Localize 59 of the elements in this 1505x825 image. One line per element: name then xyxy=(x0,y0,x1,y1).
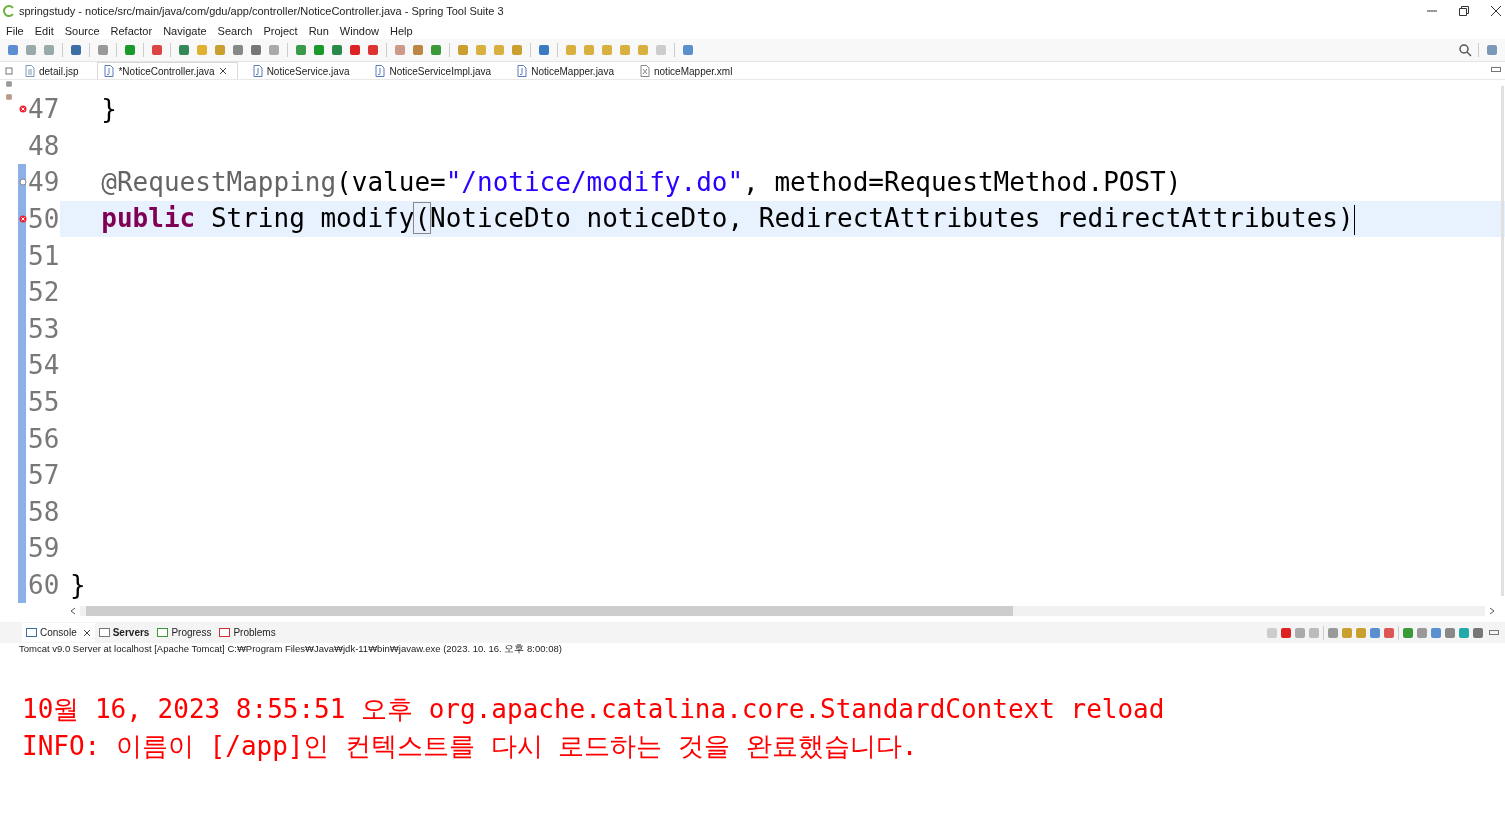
line-number: 49 xyxy=(28,167,60,198)
file-icon xyxy=(104,65,115,77)
menu-item[interactable]: Source xyxy=(64,24,100,37)
console-line: 10월 16, 2023 8:55:51 오후 org.apache.catalina.core.StandardContext reload xyxy=(22,693,1166,726)
file-icon xyxy=(375,65,386,77)
minimize-view-icon[interactable] xyxy=(1489,629,1499,636)
restore-view-icon[interactable] xyxy=(5,66,13,75)
line-number: 55 xyxy=(28,387,60,418)
line-number: 48 xyxy=(28,130,60,161)
menu-item[interactable]: Help xyxy=(390,24,413,37)
line-number: 54 xyxy=(28,350,60,381)
code-line: } xyxy=(70,570,86,600)
restore-icon[interactable] xyxy=(1459,6,1469,16)
view-tab[interactable]: Problems xyxy=(215,623,280,642)
code-line: @RequestMapping(value="/notice/modify.do", method=RequestMethod.POST) xyxy=(100,167,1182,198)
view-icon xyxy=(157,627,169,638)
line-number: 58 xyxy=(28,496,60,527)
close-icon[interactable] xyxy=(1491,6,1501,16)
view-icon xyxy=(219,627,231,638)
menu-item[interactable]: Refactor xyxy=(110,24,153,37)
line-number: 50 xyxy=(28,204,60,235)
editor-tab[interactable]: *NoticeController.java xyxy=(97,62,238,79)
menu-item[interactable]: Run xyxy=(308,24,329,37)
line-number: 53 xyxy=(28,313,60,344)
line-number: 47 xyxy=(28,94,60,125)
file-icon xyxy=(25,65,35,77)
menu-item[interactable]: Edit xyxy=(34,24,54,37)
horizontal-scrollbar[interactable] xyxy=(80,606,1485,616)
view-icon xyxy=(98,627,110,638)
menu-item[interactable]: File xyxy=(6,24,24,37)
line-number: 57 xyxy=(28,460,60,491)
line-number: 51 xyxy=(28,240,60,271)
window-title: springstudy - notice/src/main/java/com/gdu/app/controller/NoticeController.java - Spring Tool Suite 3 xyxy=(19,5,505,17)
file-icon xyxy=(252,65,263,77)
scroll-left-icon[interactable] xyxy=(70,607,76,615)
code-line: public String modify(NoticeDto noticeDto, RedirectAttributes redirectAttributes) xyxy=(100,203,1356,235)
line-number: 60 xyxy=(28,570,60,600)
file-icon xyxy=(640,65,650,77)
file-icon xyxy=(517,65,528,77)
console-line: INFO: 이름이 [/app]인 컨텍스트를 다시 로드하는 것을 완료했습니다. xyxy=(22,730,919,763)
view-icon xyxy=(26,627,37,638)
line-number: 56 xyxy=(28,423,60,454)
close-icon[interactable] xyxy=(218,67,227,75)
menu-item[interactable]: Window xyxy=(339,24,379,37)
console-info: Tomcat v9.0 Server at localhost [Apache Tomcat] C:₩Program Files₩Java₩jdk-11₩bin₩javaw.exe (2023. 10. 16. 오후 8:00:08) xyxy=(18,643,563,656)
menu-item[interactable]: Search xyxy=(217,24,253,37)
close-icon[interactable] xyxy=(82,628,91,637)
view-tab[interactable]: Console xyxy=(22,623,95,642)
scroll-right-icon[interactable] xyxy=(1489,607,1495,615)
code-line: } xyxy=(100,94,117,125)
search-icon[interactable] xyxy=(1458,43,1472,57)
leaf-logo-icon xyxy=(3,5,15,17)
minimize-view-icon[interactable] xyxy=(1491,67,1501,73)
view-tab[interactable]: Progress xyxy=(153,623,216,642)
line-number: 59 xyxy=(28,533,60,564)
view-tab[interactable]: Servers xyxy=(94,623,154,642)
line-number: 52 xyxy=(28,277,60,308)
menu-item[interactable]: Navigate xyxy=(163,24,207,37)
menu-item[interactable]: Project xyxy=(263,24,298,37)
